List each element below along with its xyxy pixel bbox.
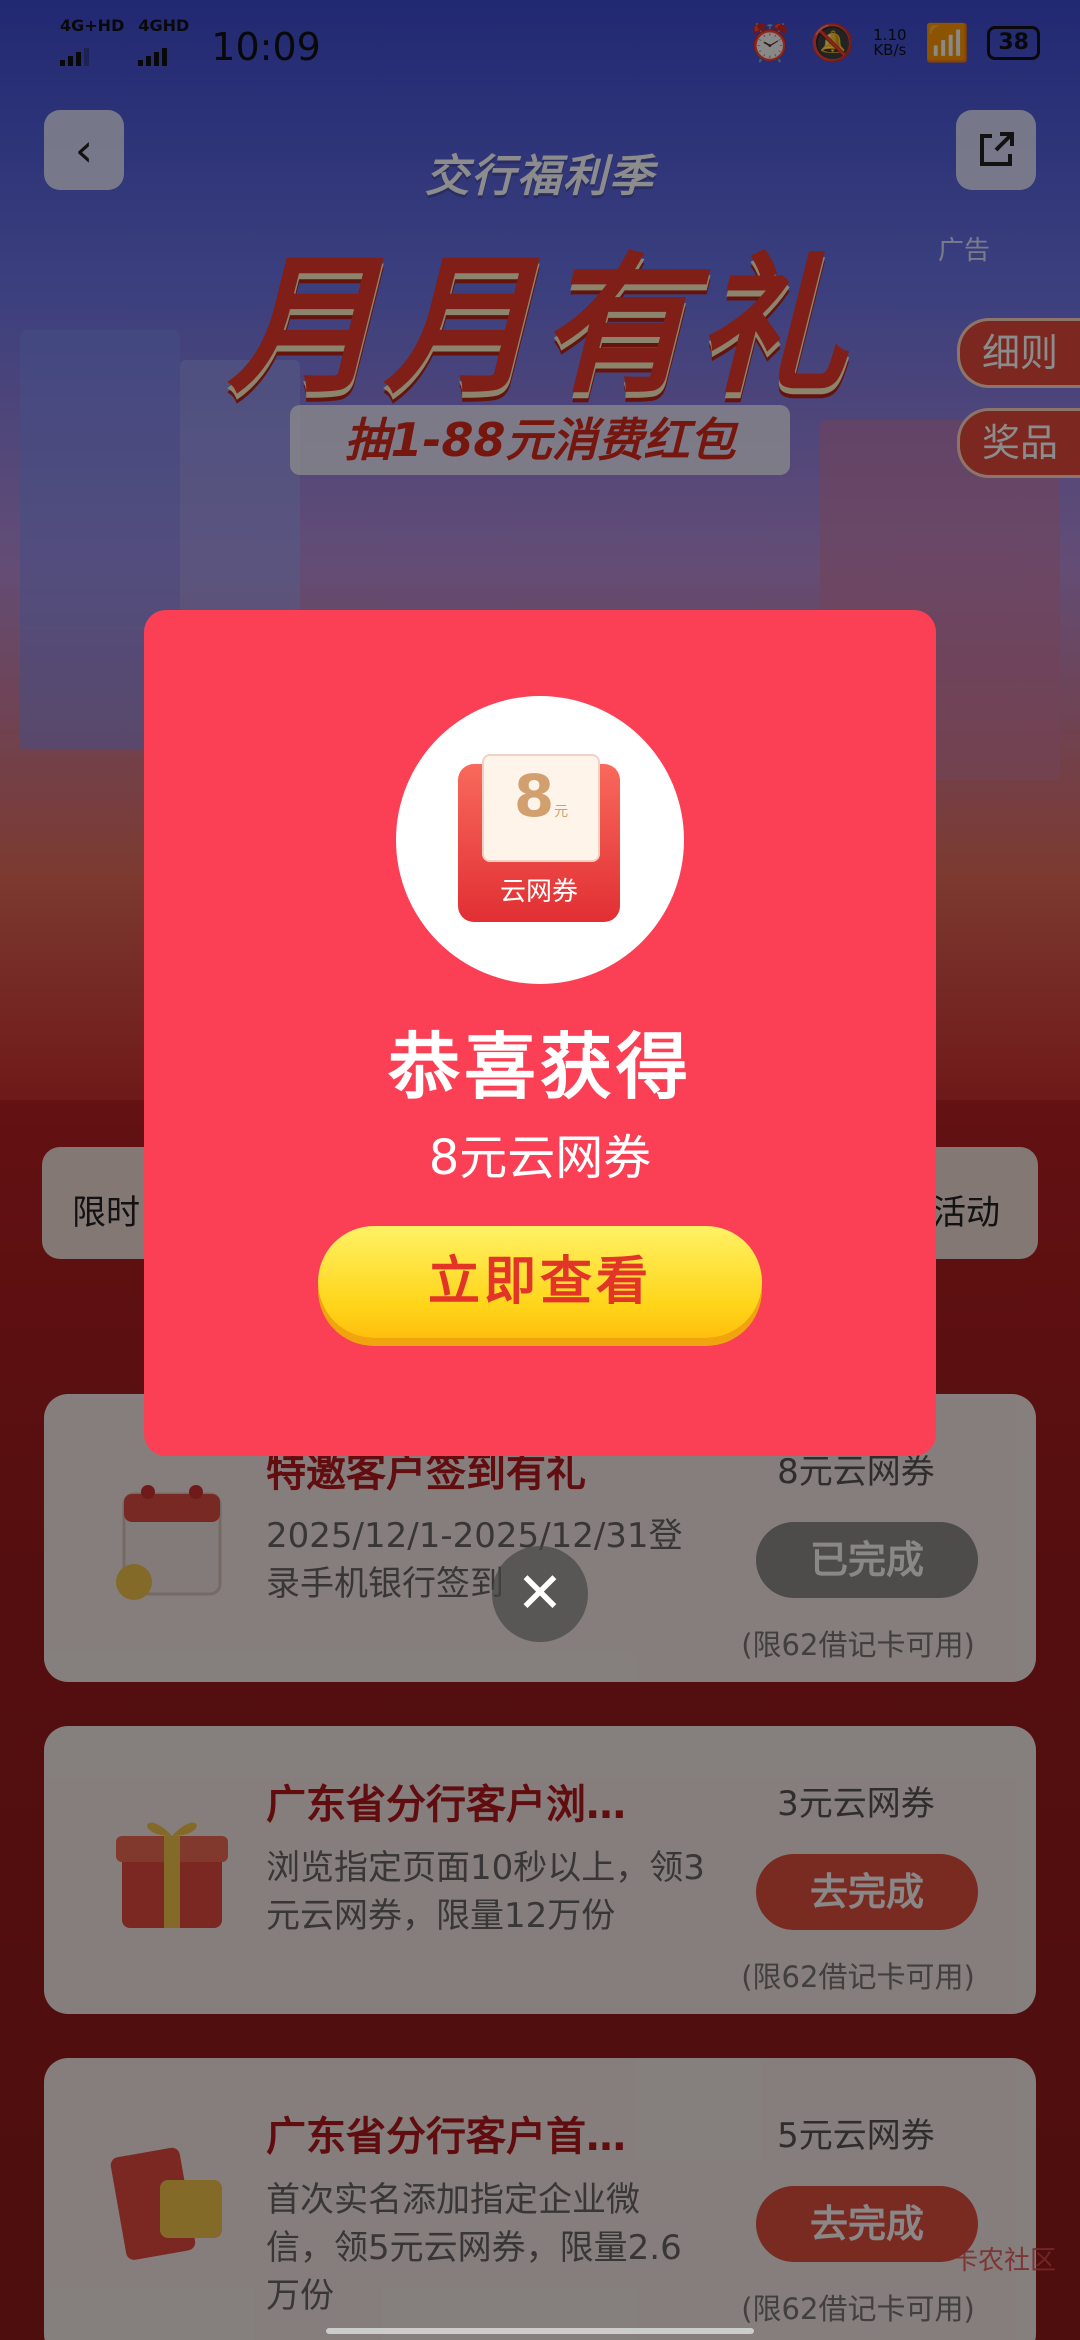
red-envelope-icon: 8元 云网券 [458, 754, 620, 922]
modal-title: 恭喜获得 [387, 1025, 692, 1109]
reward-modal: 8元 云网券 恭喜获得 8元云网券 立即查看 [144, 610, 936, 1456]
coupon-unit: 元 [554, 804, 569, 820]
home-indicator[interactable] [326, 2328, 754, 2334]
page: 4G+HD 4GHD 10:09 ⏰ 🔕 1.10 KB/s 📶 38 ‹ 交行… [0, 0, 1080, 2340]
coupon-badge: 8元 云网券 [396, 696, 684, 984]
coupon-card: 8元 [482, 754, 600, 862]
coupon-label: 云网券 [499, 877, 578, 907]
view-now-button[interactable]: 立即查看 [318, 1226, 762, 1338]
close-icon: ✕ [516, 1561, 564, 1626]
modal-reward-text: 8元云网券 [428, 1130, 652, 1186]
modal-close-button[interactable]: ✕ [492, 1546, 588, 1642]
coupon-value: 8 [513, 762, 555, 830]
